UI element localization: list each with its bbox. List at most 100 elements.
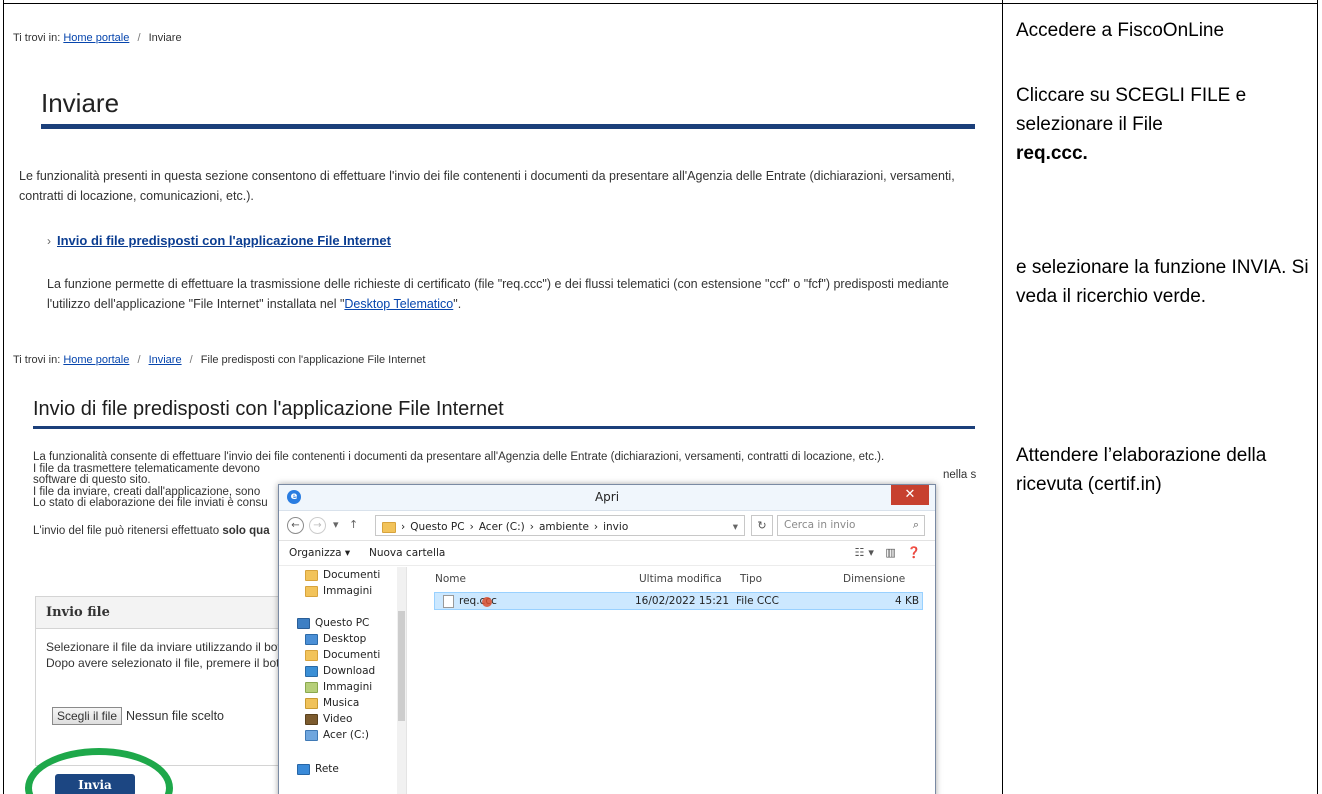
table-border-left: [3, 0, 4, 794]
instruction-step-1: Accedere a FiscoOnLine: [1016, 20, 1225, 41]
nav-item-immagini[interactable]: Immagini: [305, 585, 372, 597]
drive-icon: [305, 729, 318, 741]
instruction-step-4: Attendere l’elaborazione della ricevuta …: [1016, 445, 1267, 495]
section-rule: [33, 426, 975, 429]
new-folder-button[interactable]: Nuova cartella: [369, 547, 445, 559]
view-options-icon[interactable]: ☷▾ ▥ ❓: [855, 546, 925, 559]
nav-item-musica[interactable]: Musica: [305, 697, 359, 709]
dialog-title: Apri: [594, 490, 620, 504]
breadcrumb-prefix: Ti trovi in:: [13, 32, 61, 44]
no-file-label: Nessun file scelto: [126, 709, 224, 723]
breadcrumb-inviare-link[interactable]: Inviare: [149, 354, 182, 366]
instruction-step-3: e selezionare la funzione INVIA. Si veda…: [1016, 257, 1309, 307]
path-separator-icon: ›: [593, 521, 599, 533]
click-indicator-icon: [482, 597, 492, 607]
sent-note-bold: solo qua: [222, 525, 270, 537]
breadcrumb-prefix: Ti trovi in:: [13, 354, 61, 366]
instruction-filename: req.ccc.: [1016, 143, 1088, 164]
table-border-right: [1317, 0, 1318, 794]
refresh-icon[interactable]: ↻: [751, 515, 773, 536]
close-button[interactable]: ✕: [891, 485, 929, 505]
nav-label: Immagini: [323, 681, 373, 693]
nav-label: Download: [323, 665, 376, 677]
file-input: Scegli il file Nessun file scelto: [52, 707, 224, 725]
path-segment[interactable]: invio: [603, 521, 628, 533]
chevron-down-icon[interactable]: ▾: [733, 521, 738, 533]
column-modified[interactable]: Ultima modifica: [639, 573, 722, 585]
column-name[interactable]: Nome: [435, 573, 466, 585]
file-internet-link[interactable]: Invio di file predisposti con l'applicaz…: [57, 233, 391, 248]
file-modified: 16/02/2022 15:21: [635, 595, 730, 607]
nav-item-documenti-pc[interactable]: Documenti: [305, 649, 380, 661]
column-size[interactable]: Dimensione: [843, 573, 905, 585]
bullet-icon: ›: [47, 234, 51, 248]
search-input[interactable]: Cerca in invio ⌕: [777, 515, 925, 536]
computer-icon: [297, 617, 310, 629]
nav-item-immagini-pc[interactable]: Immagini: [305, 681, 372, 693]
file-list-header: Nome Ultima modifica Tipo Dimensione: [429, 573, 929, 589]
address-row: ← → ▾ ↑ › Questo PC › Acer (C:) › ambien…: [279, 511, 935, 541]
music-icon: [305, 697, 318, 709]
folder-icon: [305, 585, 318, 597]
choose-file-button[interactable]: Scegli il file: [52, 707, 123, 725]
address-bar[interactable]: › Questo PC › Acer (C:) › ambiente › inv…: [375, 515, 745, 536]
breadcrumb-separator: /: [189, 354, 193, 366]
nav-label: Video: [323, 713, 353, 725]
breadcrumb-home-link[interactable]: Home portale: [63, 354, 129, 366]
body-line-trail: nella s: [943, 469, 977, 481]
nav-label: Rete: [315, 763, 339, 775]
breadcrumb-2: Ti trovi in: Home portale / Inviare / Fi…: [13, 354, 425, 366]
images-icon: [305, 681, 318, 693]
intro-text: Le funzionalità presenti in questa sezio…: [19, 169, 955, 203]
nav-label: Documenti: [323, 569, 381, 581]
breadcrumb-home-link[interactable]: Home portale: [63, 32, 129, 44]
path-segment[interactable]: Acer (C:): [479, 521, 525, 533]
table-border-top: [3, 3, 1318, 4]
file-row-selected[interactable]: req.ccc 16/02/2022 15:21 File CCC 4 KB: [434, 592, 923, 610]
folder-icon: [382, 521, 396, 533]
folder-icon: [305, 649, 318, 661]
path-segment[interactable]: Questo PC: [410, 521, 464, 533]
breadcrumb-separator: /: [137, 354, 141, 366]
up-arrow-icon[interactable]: ↑: [349, 518, 358, 531]
nav-item-video[interactable]: Video: [305, 713, 352, 725]
instruction-text: Cliccare su SCEGLI FILE e selezionare il…: [1016, 85, 1247, 135]
search-placeholder: Cerca in invio: [784, 519, 856, 531]
link-description-text: La funzione permette di effettuare la tr…: [47, 277, 949, 311]
scrollbar-thumb[interactable]: [398, 611, 405, 721]
folder-icon: [305, 569, 318, 581]
recent-dropdown-icon[interactable]: ▾: [333, 518, 339, 531]
page-title: Inviare: [41, 88, 120, 118]
breadcrumb: Ti trovi in: Home portale / Inviare: [13, 32, 182, 44]
navigation-pane: Documenti Immagini Questo PC Desktop Doc…: [279, 567, 407, 794]
table-border-middle: [1002, 0, 1003, 794]
nav-label: Questo PC: [315, 617, 370, 629]
path-separator-icon: ›: [469, 521, 474, 533]
nav-label: Documenti: [323, 649, 381, 661]
column-type[interactable]: Tipo: [740, 573, 762, 585]
nav-item-documenti[interactable]: Documenti: [305, 569, 380, 581]
search-icon: ⌕: [912, 518, 919, 531]
download-icon: [305, 665, 318, 677]
file-internet-link-row: › Invio di file predisposti con l'applica…: [47, 231, 391, 251]
sent-note: L'invio del file può ritenersi effettuat…: [33, 521, 270, 541]
nav-item-acer-c[interactable]: Acer (C:): [305, 729, 369, 741]
open-file-dialog: e Apri ✕ ← → ▾ ↑ › Questo PC › Acer (C:)…: [278, 484, 936, 794]
nav-item-questo-pc[interactable]: Questo PC: [297, 617, 369, 629]
nav-scrollbar[interactable]: [397, 567, 406, 794]
organize-menu[interactable]: Organizza ▾: [289, 547, 350, 559]
link-description: La funzione permette di effettuare la tr…: [47, 274, 977, 314]
path-separator-icon: ›: [401, 521, 406, 533]
section-title: Invio di file predisposti con l'applicaz…: [33, 398, 504, 420]
portal-screenshot: Ti trovi in: Home portale / Inviare Invi…: [5, 6, 1000, 794]
nav-item-desktop[interactable]: Desktop: [305, 633, 366, 645]
path-segment[interactable]: ambiente: [539, 521, 589, 533]
back-icon[interactable]: ←: [287, 517, 304, 534]
breadcrumb-current: Inviare: [148, 32, 182, 44]
desktop-icon: [305, 633, 318, 645]
nav-item-download[interactable]: Download: [305, 665, 375, 677]
desktop-telematico-link[interactable]: Desktop Telematico: [344, 297, 453, 311]
dialog-titlebar: e Apri ✕: [279, 485, 935, 511]
nav-item-rete[interactable]: Rete: [297, 763, 339, 775]
forward-icon[interactable]: →: [309, 517, 326, 534]
